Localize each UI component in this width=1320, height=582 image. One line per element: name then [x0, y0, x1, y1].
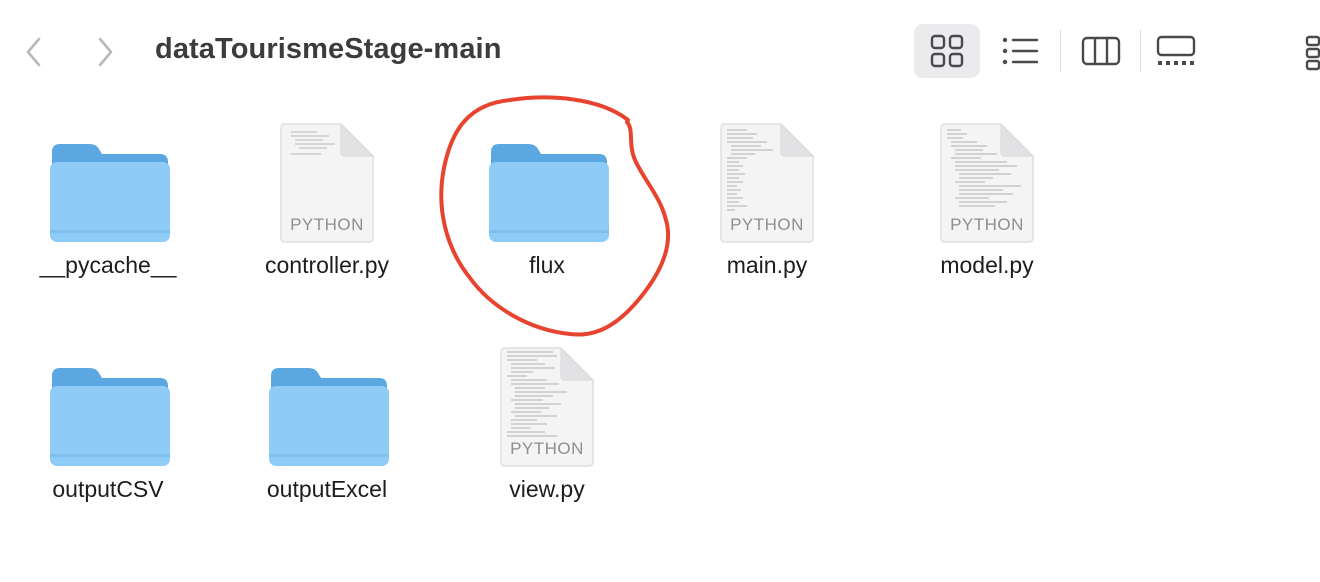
group-icon [1305, 35, 1320, 71]
folder-item[interactable]: outputCSV [8, 338, 208, 528]
folder-item[interactable]: outputExcel [227, 338, 427, 528]
python-file-item[interactable]: PYTHON main.py [667, 114, 867, 304]
python-file-icon: PYTHON [887, 114, 1087, 244]
toolbar-divider [1140, 30, 1141, 72]
item-name: view.py [509, 476, 585, 502]
file-type-label: PYTHON [290, 215, 364, 234]
list-icon [1002, 37, 1039, 65]
item-name: model.py [940, 252, 1034, 278]
folder-icon [447, 114, 647, 244]
finder-window: dataTourismeStage-main __pycache__ PYTHO… [0, 0, 1320, 582]
python-file-icon: PYTHON [447, 338, 647, 468]
file-type-label: PYTHON [950, 215, 1024, 234]
folder-icon [8, 114, 208, 244]
gallery-view-button[interactable] [1143, 24, 1209, 78]
python-file-item[interactable]: PYTHON view.py [447, 338, 647, 528]
item-name: outputExcel [266, 476, 388, 502]
python-file-icon: PYTHON [667, 114, 867, 244]
item-name: controller.py [264, 252, 389, 278]
file-type-label: PYTHON [730, 215, 804, 234]
forward-button[interactable] [88, 30, 122, 74]
group-button[interactable] [1290, 24, 1320, 78]
columns-icon [1081, 36, 1121, 66]
grid-icon [930, 34, 964, 68]
item-name: __pycache__ [39, 252, 177, 278]
gallery-icon [1156, 35, 1196, 65]
python-file-icon: PYTHON [227, 114, 427, 244]
item-name: flux [529, 252, 565, 278]
folder-item[interactable]: flux [447, 114, 647, 304]
folder-icon [227, 338, 427, 468]
list-view-button[interactable] [988, 24, 1054, 78]
item-name: outputCSV [52, 476, 164, 502]
file-type-label: PYTHON [510, 439, 584, 458]
column-view-button[interactable] [1068, 24, 1134, 78]
folder-item[interactable]: __pycache__ [8, 114, 208, 304]
folder-icon [8, 338, 208, 468]
icon-view-button[interactable] [914, 24, 980, 78]
python-file-item[interactable]: PYTHON model.py [887, 114, 1087, 304]
toolbar-divider [1060, 30, 1061, 72]
back-button[interactable] [17, 30, 51, 74]
item-name: main.py [726, 252, 808, 278]
chevron-left-icon [26, 37, 41, 67]
python-file-item[interactable]: PYTHON controller.py [227, 114, 427, 304]
chevron-right-icon [98, 37, 113, 67]
window-title: dataTourismeStage-main [155, 33, 502, 65]
